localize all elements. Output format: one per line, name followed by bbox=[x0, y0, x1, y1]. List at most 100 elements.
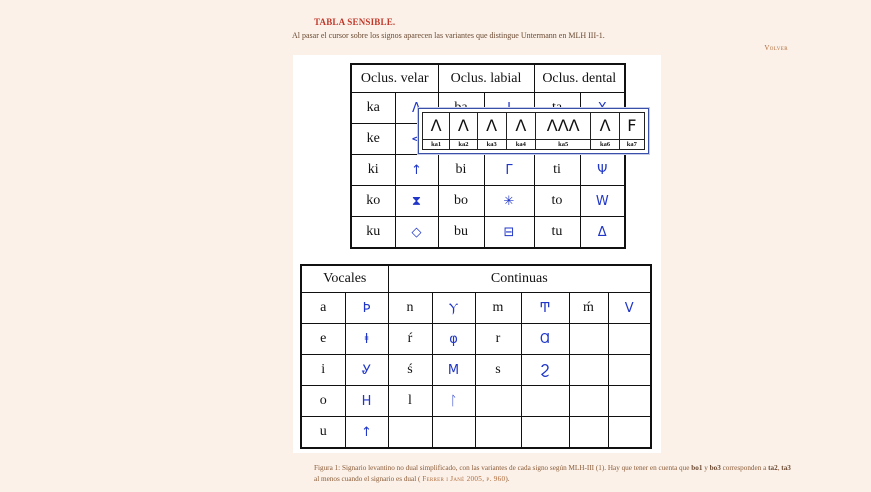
caption-bo3: bo3 bbox=[709, 464, 721, 472]
variant-label: ka5 bbox=[535, 139, 591, 149]
sign-m-acute[interactable]: V bbox=[607, 292, 652, 324]
sign-bo[interactable]: ✳ bbox=[483, 185, 535, 217]
empty-cell bbox=[568, 385, 609, 417]
sign-m[interactable]: Ͳ bbox=[520, 292, 570, 324]
sign-u[interactable]: ↑ bbox=[344, 416, 389, 449]
page-title: TABLA SENSIBLE. bbox=[314, 17, 396, 27]
variant-label: ka1 bbox=[423, 139, 450, 149]
syllable-tu: tu bbox=[533, 216, 581, 249]
table-row: o H l ᛚ bbox=[300, 385, 652, 417]
variant-label: ka3 bbox=[477, 139, 506, 149]
sign-i[interactable]: Ꮍ bbox=[344, 354, 389, 386]
variant-label: ka6 bbox=[591, 139, 619, 149]
vowel-u: u bbox=[300, 416, 346, 449]
vowel-i: i bbox=[300, 354, 346, 386]
empty-cell bbox=[607, 416, 652, 449]
sign-r[interactable]: Ɑ bbox=[520, 323, 570, 355]
continuant-m: m bbox=[474, 292, 522, 324]
header-continuas: Continuas bbox=[387, 264, 652, 293]
header-oclus-labial: Oclus. labial bbox=[437, 63, 535, 93]
vowel-o: o bbox=[300, 385, 346, 417]
syllable-ku: ku bbox=[350, 216, 396, 249]
ka7-glyph-icon: F bbox=[627, 116, 637, 135]
empty-cell bbox=[474, 416, 522, 449]
syllable-ki: ki bbox=[350, 154, 396, 186]
ka2-glyph-icon: Λ bbox=[457, 116, 469, 135]
sign-ti[interactable]: Ψ bbox=[579, 154, 626, 186]
syllable-bu: bu bbox=[437, 216, 485, 249]
vowel-e: e bbox=[300, 323, 346, 355]
caption-ta2: ta2 bbox=[768, 464, 778, 472]
variant-ka6: Λ ka6 bbox=[591, 113, 620, 149]
table-row: ki ↑ bi Γ ti Ψ bbox=[350, 154, 626, 186]
empty-cell bbox=[607, 323, 652, 355]
table-row: i Ꮍ ś M s Ϩ bbox=[300, 354, 652, 386]
variant-ka4: Λ ka4 bbox=[506, 113, 536, 149]
variant-ka1: Λ ka1 bbox=[423, 113, 451, 149]
figure-caption: Figura 1: Signario levantino no dual sim… bbox=[314, 463, 794, 485]
empty-cell bbox=[607, 385, 652, 417]
empty-cell bbox=[387, 416, 433, 449]
table-row: u ↑ bbox=[300, 416, 652, 449]
caption-bo1: bo1 bbox=[691, 464, 703, 472]
table-row: ko ⧗ bo ✳ to W bbox=[350, 185, 626, 217]
sign-l[interactable]: ᛚ bbox=[431, 385, 476, 417]
sign-s-acute[interactable]: M bbox=[431, 354, 476, 386]
variant-label: ka4 bbox=[506, 139, 535, 149]
empty-cell bbox=[520, 416, 570, 449]
sign-bi[interactable]: Γ bbox=[483, 154, 535, 186]
caption-text: y bbox=[702, 464, 710, 472]
header-oclus-dental: Oclus. dental bbox=[533, 63, 626, 93]
sign-tu[interactable]: Δ bbox=[579, 216, 626, 249]
continuant-r: r bbox=[474, 323, 522, 355]
sign-a[interactable]: Þ bbox=[344, 292, 389, 324]
sign-o[interactable]: H bbox=[344, 385, 389, 417]
table-row: e ⱡ ŕ φ r Ɑ bbox=[300, 323, 652, 355]
header-vocales: Vocales bbox=[300, 264, 389, 293]
sign-bu[interactable]: ⊟ bbox=[483, 216, 535, 249]
sign-r-acute[interactable]: φ bbox=[431, 323, 476, 355]
variant-ka5: ΛΛΛ ka5 bbox=[535, 113, 592, 149]
syllable-ke: ke bbox=[350, 123, 396, 155]
variant-ka2: Λ ka2 bbox=[450, 113, 478, 149]
empty-cell bbox=[607, 354, 652, 386]
sign-e[interactable]: ⱡ bbox=[344, 323, 389, 355]
syllable-bo: bo bbox=[437, 185, 485, 217]
continuant-m-acute: ḿ bbox=[568, 292, 609, 324]
empty-cell bbox=[474, 385, 522, 417]
header-oclus-velar: Oclus. velar bbox=[350, 63, 439, 93]
caption-text: corresponden a bbox=[720, 464, 769, 472]
syllable-bi: bi bbox=[437, 154, 485, 186]
table-row: a Þ n Ⲩ m Ͳ ḿ V bbox=[300, 292, 652, 324]
ka1-glyph-icon: Λ bbox=[430, 116, 442, 135]
sign-ko[interactable]: ⧗ bbox=[394, 185, 439, 217]
continuant-r-acute: ŕ bbox=[387, 323, 433, 355]
sign-s[interactable]: Ϩ bbox=[520, 354, 570, 386]
sign-n[interactable]: Ⲩ bbox=[431, 292, 476, 324]
sign-to[interactable]: W bbox=[579, 185, 626, 217]
sign-ku[interactable]: ◇ bbox=[394, 216, 439, 249]
caption-text: al menos cuando el signario es dual ( bbox=[314, 475, 423, 483]
variant-label: ka2 bbox=[450, 139, 477, 149]
caption-text: Figura 1: Signario levantino no dual sim… bbox=[314, 464, 692, 472]
continuant-s: s bbox=[474, 354, 522, 386]
syllable-ka: ka bbox=[350, 92, 396, 124]
caption-ta3: ta3 bbox=[781, 464, 791, 472]
ka4-glyph-icon: Λ bbox=[515, 116, 527, 135]
table-row: ku ◇ bu ⊟ tu Δ bbox=[350, 216, 626, 249]
ka6-glyph-icon: Λ bbox=[599, 116, 611, 135]
empty-cell bbox=[431, 416, 476, 449]
occlusives-table: Oclus. velar Oclus. labial Oclus. dental… bbox=[350, 63, 626, 249]
caption-reference-link[interactable]: Ferrer i Jané 2005, p. 960 bbox=[422, 475, 505, 483]
variant-ka3: Λ ka3 bbox=[477, 113, 507, 149]
syllable-to: to bbox=[533, 185, 581, 217]
variants-tooltip: Λ ka1 Λ ka2 Λ ka3 Λ ka4 ΛΛΛ ka5 Λ ka6 F … bbox=[418, 108, 649, 154]
variant-ka7: F ka7 bbox=[619, 113, 645, 149]
volver-link[interactable]: Volver bbox=[764, 44, 788, 52]
empty-cell bbox=[520, 385, 570, 417]
vowel-a: a bbox=[300, 292, 346, 324]
continuant-s-acute: ś bbox=[387, 354, 433, 386]
variant-label: ka7 bbox=[619, 139, 645, 149]
empty-cell bbox=[568, 416, 609, 449]
sign-ki[interactable]: ↑ bbox=[394, 154, 439, 186]
